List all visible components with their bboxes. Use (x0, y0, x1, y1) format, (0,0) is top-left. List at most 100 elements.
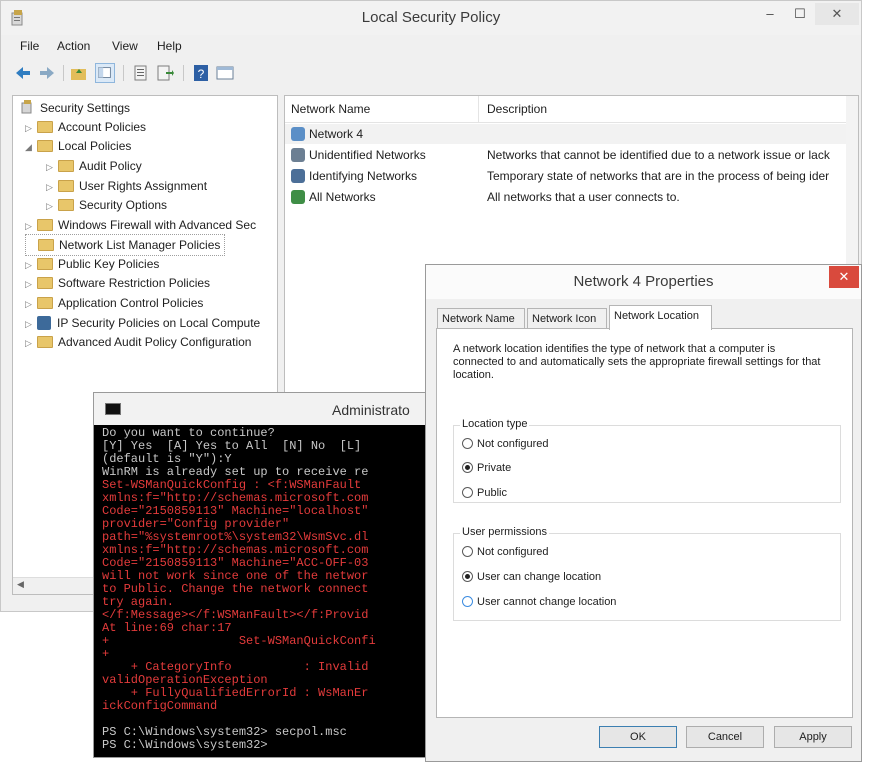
radio-button[interactable] (462, 487, 473, 498)
console-line: PS C:\Windows\system32> (102, 738, 268, 752)
tree-item-local-policies[interactable]: ◢ Local Policies (25, 136, 131, 156)
tree-item-label: Advanced Audit Policy Configuration (58, 335, 252, 349)
radio-label: Public (477, 487, 507, 499)
radio-location-not-configured[interactable]: Not configured (462, 436, 549, 452)
expand-arrow-icon[interactable]: ▷ (25, 294, 37, 314)
tab-network-name[interactable]: Network Name (437, 308, 525, 329)
ip-security-icon (37, 316, 51, 330)
toolbar-separator (63, 65, 64, 81)
radio-user-cannot-change[interactable]: User cannot change location (462, 594, 616, 610)
network-properties-dialog: Network 4 Properties ✕ Network Name Netw… (425, 264, 862, 762)
up-folder-icon[interactable] (69, 63, 89, 83)
radio-button[interactable] (462, 596, 473, 607)
help-icon[interactable]: ? (191, 63, 211, 83)
tree-item-label: Security Settings (40, 101, 131, 115)
folder-icon (37, 258, 53, 270)
tree-item-advanced-audit[interactable]: ▷ Advanced Audit Policy Configuration (25, 332, 251, 352)
tree-item-label: Audit Policy (79, 159, 142, 173)
expand-arrow-icon[interactable]: ▷ (25, 118, 37, 138)
cancel-button[interactable]: Cancel (686, 726, 764, 748)
menu-help[interactable]: Help (157, 39, 182, 53)
menu-view[interactable]: View (112, 39, 138, 53)
radio-button-checked[interactable] (462, 571, 473, 582)
radio-permission-not-configured[interactable]: Not configured (462, 544, 549, 560)
expand-arrow-icon[interactable]: ▷ (25, 333, 37, 353)
scroll-left-arrow-icon[interactable]: ◀ (17, 579, 24, 590)
console-output[interactable]: Do you want to continue? [Y] Yes [A] Yes … (102, 427, 427, 752)
expand-arrow-icon[interactable]: ▷ (46, 157, 58, 177)
expand-arrow-icon[interactable]: ▷ (46, 177, 58, 197)
forward-arrow-icon[interactable] (37, 63, 57, 83)
tree-item-ip-security[interactable]: ▷ IP Security Policies on Local Compute (25, 313, 260, 333)
list-row-identifying-networks[interactable]: Identifying Networks Temporary state of … (285, 166, 858, 186)
column-separator[interactable] (478, 96, 479, 122)
network-icon (291, 127, 305, 141)
dialog-close-button[interactable]: ✕ (829, 266, 859, 288)
radio-button-checked[interactable] (462, 462, 473, 473)
list-row-network-4[interactable]: Network 4 (285, 124, 858, 144)
tree-item-network-list-manager[interactable]: Network List Manager Policies (25, 234, 226, 256)
menu-bar: File Action View Help (1, 35, 861, 57)
folder-icon (37, 277, 53, 289)
console-view-icon[interactable] (215, 63, 235, 83)
tree-item-public-key-policies[interactable]: ▷ Public Key Policies (25, 254, 159, 274)
folder-icon (37, 297, 53, 309)
network-name: Unidentified Networks (309, 148, 426, 162)
tab-network-icon[interactable]: Network Icon (527, 308, 607, 329)
location-type-label: Location type (460, 418, 530, 430)
tree-item-windows-firewall[interactable]: ▷ Windows Firewall with Advanced Sec (25, 215, 256, 235)
tab-network-location[interactable]: Network Location (609, 305, 712, 330)
expand-arrow-icon[interactable]: ▷ (25, 314, 37, 334)
console-line: ickConfigCommand (102, 699, 218, 713)
tree-item-label: Application Control Policies (58, 296, 204, 310)
dialog-title-bar[interactable]: Network 4 Properties ✕ (426, 265, 861, 299)
menu-file[interactable]: File (20, 39, 39, 53)
minimize-button[interactable]: – (753, 3, 787, 25)
expand-arrow-icon[interactable]: ▷ (25, 274, 37, 294)
network-description: All networks that a user connects to. (487, 190, 680, 204)
location-type-group: Location type Not configured Private Pub… (453, 418, 841, 503)
folder-icon (58, 199, 74, 211)
console-icon (105, 403, 121, 415)
title-bar[interactable]: Local Security Policy – ☐ ✕ (1, 1, 861, 35)
collapse-arrow-icon[interactable]: ◢ (25, 137, 37, 157)
list-row-all-networks[interactable]: All Networks All networks that a user co… (285, 187, 858, 207)
folder-icon (38, 239, 54, 251)
apply-button[interactable]: Apply (774, 726, 852, 748)
export-list-icon[interactable] (155, 63, 175, 83)
tree-item-audit-policy[interactable]: ▷ Audit Policy (46, 156, 142, 176)
radio-user-can-change[interactable]: User can change location (462, 569, 601, 585)
radio-button[interactable] (462, 546, 473, 557)
radio-label: User cannot change location (477, 596, 617, 608)
list-header: Network Name Description (285, 96, 858, 123)
tree-item-label: User Rights Assignment (79, 179, 208, 193)
properties-icon[interactable] (131, 63, 151, 83)
tree-item-user-rights-assignment[interactable]: ▷ User Rights Assignment (46, 176, 207, 196)
tree-item-security-settings[interactable]: Security Settings (21, 98, 130, 118)
expand-arrow-icon[interactable]: ▷ (46, 196, 58, 216)
show-hide-tree-icon[interactable] (95, 63, 115, 83)
tree-item-application-control[interactable]: ▷ Application Control Policies (25, 293, 203, 313)
back-arrow-icon[interactable] (13, 63, 33, 83)
network-name: All Networks (309, 190, 376, 204)
expand-arrow-icon[interactable]: ▷ (25, 216, 37, 236)
column-header-description[interactable]: Description (487, 102, 547, 116)
console-title-bar[interactable]: Administrato (94, 393, 427, 425)
tree-item-label: Local Policies (58, 139, 132, 153)
radio-label: Not configured (477, 438, 549, 450)
radio-button[interactable] (462, 438, 473, 449)
tree-item-software-restriction[interactable]: ▷ Software Restriction Policies (25, 273, 210, 293)
menu-action[interactable]: Action (57, 39, 90, 53)
radio-location-private[interactable]: Private (462, 460, 511, 476)
tree-item-security-options[interactable]: ▷ Security Options (46, 195, 167, 215)
tree-item-account-policies[interactable]: ▷ Account Policies (25, 117, 146, 137)
column-header-network-name[interactable]: Network Name (291, 102, 370, 116)
tree-item-label: Software Restriction Policies (58, 276, 211, 290)
list-row-unidentified-networks[interactable]: Unidentified Networks Networks that cann… (285, 145, 858, 165)
maximize-button[interactable]: ☐ (783, 3, 817, 25)
radio-location-public[interactable]: Public (462, 485, 507, 501)
expand-arrow-icon[interactable]: ▷ (25, 255, 37, 275)
ok-button[interactable]: OK (599, 726, 677, 748)
close-button[interactable]: ✕ (815, 3, 859, 25)
dialog-title: Network 4 Properties (573, 273, 714, 290)
